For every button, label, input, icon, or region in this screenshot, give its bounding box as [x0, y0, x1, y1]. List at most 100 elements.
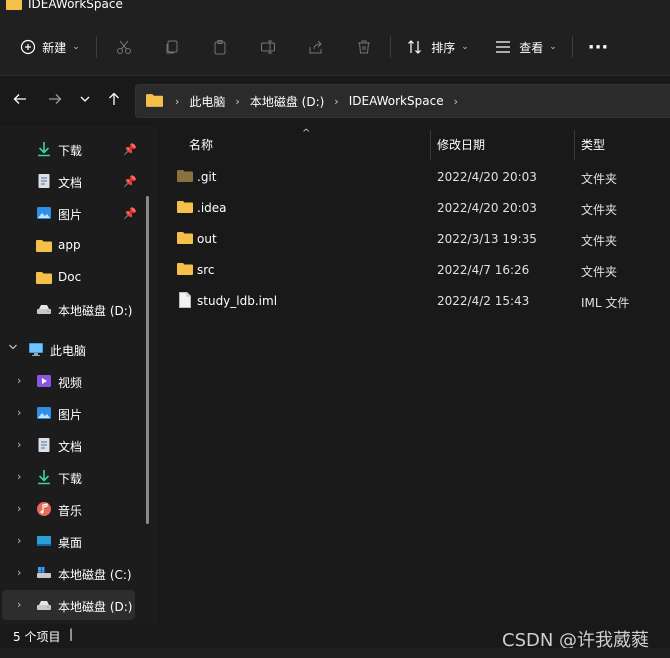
- chevron-right-icon: ›: [17, 438, 22, 451]
- list-item[interactable]: out 2022/3/13 19:35 文件夹: [175, 224, 670, 255]
- column-header-date[interactable]: 修改日期: [437, 126, 485, 162]
- sidebar-item-app[interactable]: app: [0, 230, 150, 260]
- column-header-type[interactable]: 类型: [581, 126, 605, 162]
- sidebar-item-videos[interactable]: › 视频: [0, 366, 150, 396]
- file-type: IML 文件: [581, 296, 630, 310]
- sidebar-item-label: 本地磁盘 (D:): [58, 600, 133, 614]
- sort-label: 排序: [431, 40, 456, 55]
- address-bar[interactable]: › 此电脑 › 本地磁盘 (D:) › IDEAWorkSpace ›: [135, 84, 670, 118]
- sidebar-item-documents-pc[interactable]: › 文档: [0, 430, 150, 460]
- column-divider[interactable]: [430, 130, 431, 160]
- chevron-down-icon: ⌄: [461, 42, 469, 52]
- file-name: study_ldb.iml: [197, 294, 278, 308]
- column-header-name[interactable]: 名称: [189, 126, 213, 162]
- file-type: 文件夹: [581, 234, 618, 248]
- sidebar-item-label: 下载: [58, 144, 83, 158]
- chevron-down-icon: [79, 93, 91, 109]
- breadcrumb-item-ideaworkspace[interactable]: IDEAWorkSpace: [349, 94, 444, 108]
- sidebar-item-music[interactable]: › 音乐: [0, 494, 150, 524]
- plus-circle-icon: [20, 39, 36, 55]
- file-date: 2022/3/13 19:35: [437, 232, 537, 246]
- pin-icon: 📌: [123, 207, 137, 220]
- sidebar-item-desktop[interactable]: › 桌面: [0, 526, 150, 556]
- breadcrumb-chevron-icon: ›: [235, 94, 240, 108]
- view-label: 查看: [519, 40, 544, 55]
- file-explorer-window: IDEAWorkSpace 新建 ⌄ 排序 ⌄ 查看 ⌄ ··· › 此电脑 ›…: [0, 0, 670, 658]
- sidebar-item-downloads-pc[interactable]: › 下载: [0, 462, 150, 492]
- folder-icon: [177, 262, 193, 278]
- file-type: 文件夹: [581, 172, 618, 186]
- view-button[interactable]: 查看 ⌄: [490, 32, 562, 62]
- copy-button[interactable]: [158, 32, 186, 62]
- breadcrumb-item-this-pc[interactable]: 此电脑: [189, 93, 225, 110]
- sidebar-item-downloads[interactable]: 下载 📌: [0, 134, 150, 164]
- desktop-icon: [36, 533, 52, 549]
- sidebar-item-label: 音乐: [58, 504, 83, 518]
- computer-icon: [28, 341, 44, 357]
- folder-icon: [36, 237, 52, 253]
- sidebar-item-drive-d-quick[interactable]: 本地磁盘 (D:): [0, 294, 150, 324]
- forward-button[interactable]: [43, 90, 67, 112]
- breadcrumb-chevron-icon: ›: [453, 94, 458, 108]
- chevron-right-icon: ›: [17, 374, 22, 387]
- paste-button[interactable]: [206, 32, 234, 62]
- file-name: out: [197, 232, 217, 246]
- sidebar-item-label: 图片: [58, 208, 83, 222]
- back-button[interactable]: [8, 90, 32, 112]
- pin-icon: 📌: [123, 143, 137, 156]
- delete-button[interactable]: [350, 32, 378, 62]
- picture-icon: [36, 205, 52, 221]
- list-item[interactable]: .idea 2022/4/20 20:03 文件夹: [175, 193, 670, 224]
- folder-icon: [177, 231, 193, 247]
- recent-locations-button[interactable]: [73, 90, 97, 112]
- sidebar-item-pictures-pc[interactable]: › 图片: [0, 398, 150, 428]
- list-item[interactable]: src 2022/4/7 16:26 文件夹: [175, 255, 670, 286]
- arrow-up-icon: [107, 92, 121, 110]
- folder-icon: [177, 200, 193, 216]
- new-button[interactable]: 新建 ⌄: [14, 32, 86, 62]
- chevron-right-icon: ›: [17, 534, 22, 547]
- file-date: 2022/4/7 16:26: [437, 263, 530, 277]
- rename-icon: [260, 39, 276, 55]
- file-name: src: [197, 263, 215, 277]
- breadcrumb: › 此电脑 › 本地磁盘 (D:) › IDEAWorkSpace ›: [146, 85, 468, 117]
- sidebar-item-pictures[interactable]: 图片 📌: [0, 198, 150, 228]
- file-date: 2022/4/2 15:43: [437, 294, 530, 308]
- sort-button[interactable]: 排序 ⌄: [402, 32, 474, 62]
- chevron-down-icon: [8, 342, 18, 355]
- command-bar: 新建 ⌄ 排序 ⌄ 查看 ⌄ ···: [0, 14, 670, 76]
- sidebar-item-label: 桌面: [58, 536, 83, 550]
- document-icon: [36, 173, 52, 189]
- status-divider: |: [69, 627, 74, 641]
- sidebar-item-documents[interactable]: 文档 📌: [0, 166, 150, 196]
- more-options-button[interactable]: ···: [584, 32, 612, 62]
- music-icon: [36, 501, 52, 517]
- sidebar-item-doc[interactable]: Doc: [0, 262, 150, 292]
- up-button[interactable]: [102, 90, 126, 112]
- sidebar-item-label: app: [58, 238, 81, 252]
- picture-icon: [36, 405, 52, 421]
- folder-icon: [177, 169, 193, 185]
- sidebar-item-label: 图片: [58, 408, 83, 422]
- file-icon: [179, 292, 191, 311]
- list-item[interactable]: study_ldb.iml 2022/4/2 15:43 IML 文件: [175, 286, 670, 317]
- trash-icon: [356, 39, 372, 55]
- sidebar-item-drive-c[interactable]: › 本地磁盘 (C:): [0, 558, 150, 588]
- breadcrumb-item-drive-d[interactable]: 本地磁盘 (D:): [250, 93, 324, 110]
- download-icon: [36, 469, 52, 485]
- rename-button[interactable]: [254, 32, 282, 62]
- address-row: › 此电脑 › 本地磁盘 (D:) › IDEAWorkSpace ›: [0, 76, 670, 126]
- column-divider[interactable]: [574, 130, 575, 160]
- folder-icon: [6, 0, 22, 14]
- sidebar-item-this-pc[interactable]: 此电脑: [0, 334, 150, 364]
- title-bar: IDEAWorkSpace: [0, 0, 670, 14]
- sidebar-item-label: Doc: [58, 270, 82, 284]
- arrow-right-icon: [48, 92, 62, 110]
- drive-icon: [36, 597, 52, 613]
- sidebar-item-drive-d[interactable]: › 本地磁盘 (D:): [2, 590, 135, 620]
- sidebar-scrollbar[interactable]: [146, 196, 149, 524]
- list-item[interactable]: .git 2022/4/20 20:03 文件夹: [175, 162, 670, 193]
- cut-button[interactable]: [110, 32, 138, 62]
- copy-icon: [164, 39, 180, 55]
- share-button[interactable]: [302, 32, 330, 62]
